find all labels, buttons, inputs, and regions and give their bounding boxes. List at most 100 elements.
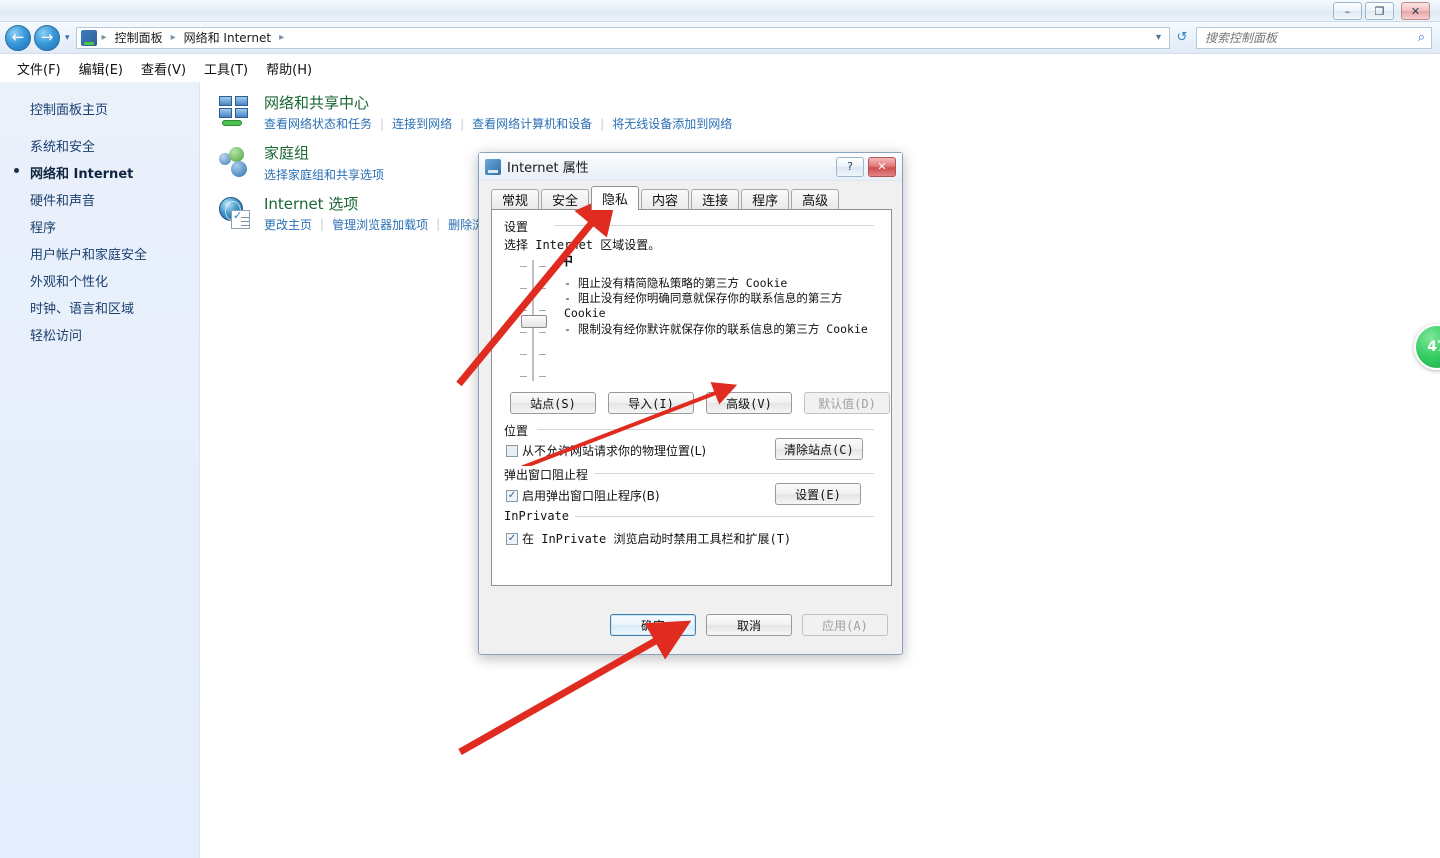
category-network-sharing-center: 网络和共享中心 查看网络状态和任务 | 连接到网络 | 查看网络计算机和设备 |… [218, 94, 1440, 132]
link-connect-to-network[interactable]: 连接到网络 [392, 115, 452, 132]
refresh-button[interactable]: ↺ [1170, 27, 1194, 49]
sidebar-label-system-security: 系统和安全 [30, 140, 96, 155]
search-box[interactable]: ⌕ [1196, 26, 1432, 49]
clear-sites-button-label: 清除站点(C) [784, 442, 854, 457]
popup-blocker-checkbox-label: 启用弹出窗口阻止程序(B) [522, 489, 660, 503]
inprivate-group-label: InPrivate [504, 509, 576, 523]
sidebar-label-network-internet: 网络和 Internet [30, 167, 134, 182]
menu-view[interactable]: 查看(V) [132, 56, 195, 81]
import-button[interactable]: 导入(I) [608, 392, 694, 414]
sidebar-label-appearance: 外观和个性化 [30, 275, 109, 290]
dialog-title: Internet 属性 [507, 161, 589, 176]
tab-label-connections: 连接 [702, 194, 729, 209]
sidebar-item-network-internet[interactable]: 网络和 Internet [0, 159, 199, 186]
sites-button-label: 站点(S) [530, 396, 576, 411]
back-button[interactable]: ← [5, 24, 31, 51]
breadcrumb[interactable]: ▸ 控制面板 ▸ 网络和 Internet ▸ ▾ [75, 26, 1170, 49]
popup-blocker-group-label: 弹出窗口阻止程 [504, 466, 595, 483]
sites-button[interactable]: 站点(S) [510, 392, 596, 414]
link-separator: | [600, 116, 605, 131]
link-view-network-computers[interactable]: 查看网络计算机和设备 [472, 115, 592, 132]
link-choose-homegroup-options[interactable]: 选择家庭组和共享选项 [264, 166, 384, 183]
popup-blocker-checkbox[interactable]: ✓ [506, 489, 518, 502]
popup-settings-button-label: 设置(E) [795, 487, 841, 502]
dialog-titlebar[interactable]: Internet 属性 ? ✕ [479, 153, 902, 181]
popup-blocker-settings-button[interactable]: 设置(E) [775, 483, 861, 505]
ok-button[interactable]: 确定 [610, 614, 696, 636]
tab-security[interactable]: 安全 [541, 189, 590, 209]
category-links-network-sharing-center: 查看网络状态和任务 | 连接到网络 | 查看网络计算机和设备 | 将无线设备添加… [264, 115, 1440, 132]
close-button[interactable]: ✕ [1401, 2, 1430, 20]
dialog-footer: 确定 取消 应用(A) [479, 596, 902, 654]
menu-bar: 文件(F) 编辑(E) 查看(V) 工具(T) 帮助(H) [0, 54, 1440, 82]
breadcrumb-item-control-panel[interactable]: 控制面板 [112, 28, 166, 47]
privacy-level-label: 中 [560, 254, 574, 269]
location-checkbox-label: 从不允许网站请求你的物理位置(L) [522, 444, 707, 458]
cancel-button[interactable]: 取消 [706, 614, 792, 636]
tab-content[interactable]: 内容 [641, 189, 690, 209]
sidebar-item-appearance[interactable]: 外观和个性化 [0, 267, 199, 294]
link-change-homepage[interactable]: 更改主页 [264, 216, 312, 233]
sidebar-label-user-accounts: 用户帐户和家庭安全 [30, 248, 148, 263]
navigation-bar: ← → ▾ ▸ 控制面板 ▸ 网络和 Internet ▸ ▾ ↺ ⌕ [0, 22, 1440, 54]
inprivate-checkbox[interactable]: ✓ [506, 532, 518, 545]
internet-properties-dialog: Internet 属性 ? ✕ 常规 安全 隐私 内容 连接 程序 高级 设置 … [478, 152, 903, 655]
link-add-wireless-device[interactable]: 将无线设备添加到网络 [612, 115, 732, 132]
tab-connections[interactable]: 连接 [691, 189, 740, 209]
privacy-level-slider[interactable] [510, 258, 558, 383]
breadcrumb-dropdown-icon[interactable]: ▾ [1156, 32, 1165, 43]
inprivate-checkbox-row[interactable]: ✓ 在 InPrivate 浏览启动时禁用工具栏和扩展(T) [506, 530, 791, 547]
dialog-tabs: 常规 安全 隐私 内容 连接 程序 高级 [491, 186, 902, 210]
menu-help[interactable]: 帮助(H) [257, 56, 321, 81]
sidebar-item-user-accounts[interactable]: 用户帐户和家庭安全 [0, 240, 199, 267]
zone-description: 选择 Internet 区域设置。 [504, 238, 661, 252]
recent-locations-button[interactable]: ▾ [65, 33, 70, 43]
maximize-button[interactable]: ❐ [1365, 2, 1394, 20]
menu-edit[interactable]: 编辑(E) [70, 56, 132, 81]
refresh-icon: ↺ [1176, 30, 1188, 45]
location-group-rule [537, 429, 874, 430]
location-checkbox[interactable] [506, 444, 518, 457]
sidebar-item-home[interactable]: 控制面板主页 [0, 95, 199, 122]
tab-general[interactable]: 常规 [491, 189, 540, 209]
internet-options-icon [218, 196, 252, 230]
sidebar-item-ease-of-access[interactable]: 轻松访问 [0, 321, 199, 348]
tab-advanced[interactable]: 高级 [791, 189, 840, 209]
sidebar-label-programs: 程序 [30, 221, 57, 236]
sidebar: 控制面板主页 系统和安全 网络和 Internet 硬件和声音 程序 用户帐户和… [0, 82, 200, 858]
tab-label-general: 常规 [502, 194, 529, 209]
sidebar-item-system-security[interactable]: 系统和安全 [0, 132, 199, 159]
tab-label-privacy: 隐私 [602, 193, 629, 208]
minimize-button[interactable]: – [1333, 2, 1362, 20]
dialog-close-button[interactable]: ✕ [868, 156, 896, 177]
control-panel-window: – ❐ ✕ ← → ▾ ▸ 控制面板 ▸ 网络和 Internet ▸ ▾ ↺ … [0, 0, 1440, 858]
clear-sites-button[interactable]: 清除站点(C) [775, 438, 863, 460]
advanced-button[interactable]: 高级(V) [706, 392, 792, 414]
link-view-network-status[interactable]: 查看网络状态和任务 [264, 115, 372, 132]
location-checkbox-row[interactable]: 从不允许网站请求你的物理位置(L) [506, 442, 706, 459]
dialog-help-button[interactable]: ? [836, 156, 864, 177]
ok-button-label: 确定 [640, 618, 665, 633]
sidebar-item-clock-language[interactable]: 时钟、语言和区域 [0, 294, 199, 321]
sidebar-item-programs[interactable]: 程序 [0, 213, 199, 240]
tab-label-advanced: 高级 [802, 194, 829, 209]
link-manage-browser-addons[interactable]: 管理浏览器加载项 [332, 216, 428, 233]
breadcrumb-item-network-internet[interactable]: 网络和 Internet [181, 28, 274, 47]
advanced-button-label: 高级(V) [726, 396, 772, 411]
menu-tools[interactable]: 工具(T) [195, 56, 257, 81]
forward-arrow-icon: → [40, 28, 54, 46]
tab-privacy[interactable]: 隐私 [591, 186, 640, 210]
tab-programs[interactable]: 程序 [741, 189, 790, 209]
network-sharing-center-icon [218, 95, 252, 129]
close-icon: ✕ [1410, 4, 1421, 18]
tab-label-content: 内容 [652, 194, 679, 209]
sidebar-label-clock-language: 时钟、语言和区域 [30, 302, 135, 317]
search-input[interactable] [1203, 29, 1418, 46]
menu-file[interactable]: 文件(F) [8, 56, 70, 81]
settings-group-rule [554, 225, 874, 226]
category-title-network-sharing-center[interactable]: 网络和共享中心 [264, 94, 1440, 112]
slider-thumb[interactable] [521, 315, 547, 328]
popup-blocker-checkbox-row[interactable]: ✓ 启用弹出窗口阻止程序(B) [506, 487, 660, 504]
forward-button[interactable]: → [34, 24, 60, 51]
sidebar-item-hardware-sound[interactable]: 硬件和声音 [0, 186, 199, 213]
